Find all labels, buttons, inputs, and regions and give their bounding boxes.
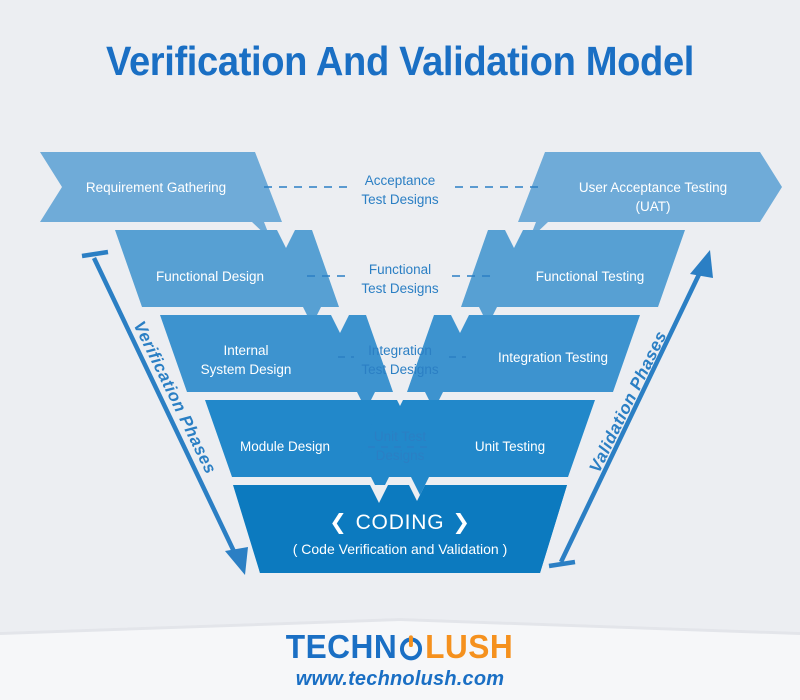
band-label: Integration Testing [498,350,608,365]
arrow-tail-bar [81,249,109,259]
band-label: Module Design [240,439,330,454]
band-label: Internal [223,343,268,358]
band-integration-testing[interactable]: Integration Testing [407,315,640,410]
connector-acceptance: Acceptance Test Designs [264,173,542,207]
connector-label-line2: Designs [376,448,425,463]
band-shape [518,152,782,240]
footer: TECHN LUSH www.technolush.com [0,616,800,700]
band-label-line2: (UAT) [636,199,671,214]
logo-wordmark: TECHN LUSH [286,630,514,663]
power-o-icon [399,633,425,661]
connector-label-line2: Test Designs [361,281,439,296]
logo-part1: TECHN [286,628,398,665]
arrow-head-icon [225,547,248,575]
band-functional-design[interactable]: Functional Design [115,230,339,325]
band-requirement-gathering[interactable]: Requirement Gathering [40,152,282,240]
band-functional-testing[interactable]: Functional Testing [461,230,685,325]
connector-label-line1: Acceptance [365,173,436,188]
band-label: Unit Testing [475,439,545,454]
left-chevron-icon: ❮ [329,511,347,535]
arrow-tail-bar [548,559,576,569]
website-url[interactable]: www.technolush.com [0,668,800,691]
band-label: Requirement Gathering [86,180,226,195]
band-shape [40,152,282,240]
band-label-line2: System Design [201,362,292,377]
logo-part2: LUSH [425,628,514,665]
connector-label-line1: Unit Test [374,429,427,444]
arrow-head-icon [690,250,713,278]
infographic-page: Verification And Validation Model Requir… [0,0,800,700]
coding-sublabel: ( Code Verification and Validation ) [293,541,508,557]
coding-word: CODING [356,511,445,534]
band-internal-system-design[interactable]: Internal System Design [160,315,393,410]
connector-label-line2: Test Designs [361,192,439,207]
band-label: Functional Design [156,269,264,284]
band-coding[interactable]: ❮ CODING ❯ ( Code Verification and Validat… [233,485,567,573]
brand-logo[interactable]: TECHN LUSH [0,630,800,663]
connector-label-line1: Integration [368,343,432,358]
right-chevron-icon: ❯ [452,511,470,535]
band-label: Functional Testing [536,269,645,284]
band-user-acceptance-testing[interactable]: User Acceptance Testing (UAT) [518,152,782,240]
connector-label-line2: Test Designs [361,362,439,377]
band-label: User Acceptance Testing [579,180,727,195]
connector-label-line1: Functional [369,262,431,277]
v-model-diagram: Requirement Gathering Functional Design … [40,152,782,575]
